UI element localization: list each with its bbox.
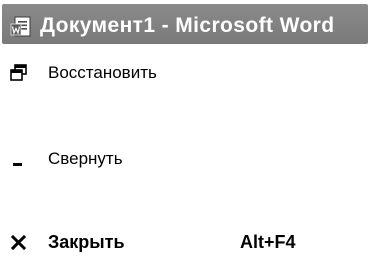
menu-item-label: Свернуть — [48, 149, 123, 168]
menu-item-label: Восстановить — [48, 63, 157, 82]
menu-item-minimize[interactable]: Свернуть — [0, 142, 374, 176]
close-icon — [10, 234, 27, 251]
window-title: Документ1 - Microsoft Word — [40, 14, 335, 37]
menu-item-close[interactable]: Закрыть Alt+F4 — [0, 226, 374, 260]
menu-item-restore[interactable]: Восстановить — [0, 56, 374, 90]
word-document-icon — [10, 16, 31, 37]
titlebar-background: Документ1 - Microsoft Word — [2, 4, 368, 44]
window-titlebar: Документ1 - Microsoft Word — [0, 0, 374, 46]
restore-icon — [10, 64, 27, 81]
minimize-icon — [13, 163, 22, 166]
